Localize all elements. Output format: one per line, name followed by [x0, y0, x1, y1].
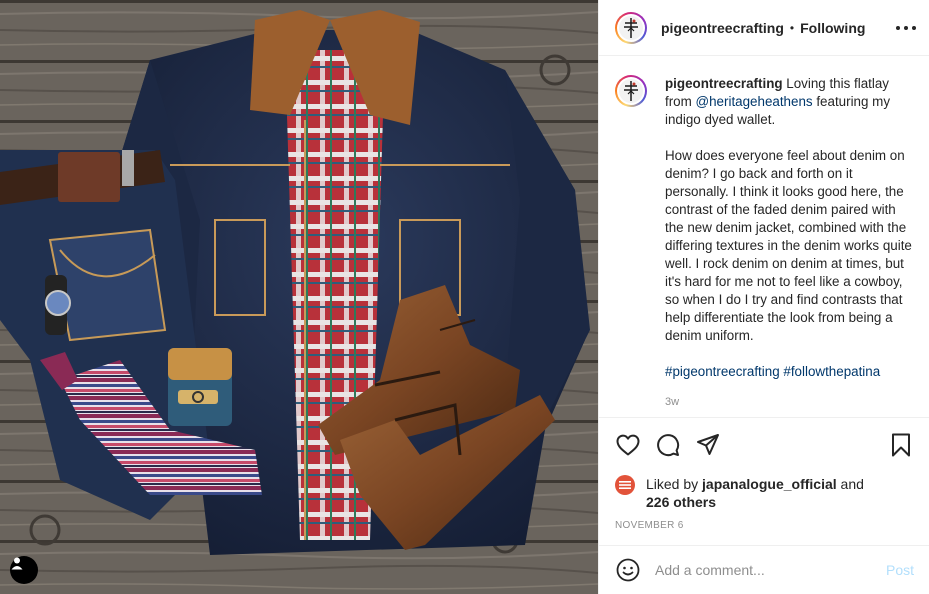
pigeon-tree-logo — [624, 81, 638, 101]
caption-username[interactable]: pigeontreecrafting — [665, 76, 783, 91]
likes-others-link[interactable]: 226 others — [646, 494, 716, 510]
heart-icon — [616, 434, 640, 456]
likes-prefix: Liked by — [646, 476, 703, 492]
bookmark-icon — [892, 433, 910, 457]
like-button[interactable] — [615, 432, 641, 458]
likes-and: and — [836, 476, 864, 492]
more-dots-icon — [896, 26, 916, 30]
pigeon-tree-logo — [624, 17, 638, 38]
smiley-icon — [616, 558, 640, 582]
comment-input[interactable] — [655, 562, 886, 578]
author-username[interactable]: pigeontreecrafting — [661, 20, 784, 36]
flatlay-image — [0, 0, 598, 594]
share-button[interactable] — [695, 432, 721, 458]
caption-timestamp: 3w — [665, 396, 680, 408]
comment-bubble-icon — [657, 434, 680, 457]
liker-username[interactable]: japanalogue_official — [702, 476, 837, 492]
caption-author-avatar[interactable] — [615, 75, 647, 107]
caption-mention-link[interactable]: @heritageheathens — [696, 94, 813, 109]
following-button[interactable]: Following — [800, 20, 865, 36]
caption-section: pigeontreecrafting Loving this flatlay f… — [599, 57, 929, 416]
save-button[interactable] — [888, 432, 914, 458]
user-tag-button[interactable] — [10, 556, 38, 584]
liker-avatar[interactable] — [615, 475, 635, 495]
caption-text: pigeontreecrafting Loving this flatlay f… — [665, 75, 914, 411]
likes-summary: Liked by japanalogue_official and 226 ot… — [599, 475, 929, 511]
user-tag-icon — [11, 557, 23, 570]
post-comment-button[interactable]: Post — [886, 562, 914, 578]
hashtag-link[interactable]: #followthepatina — [783, 364, 880, 379]
paper-plane-icon — [697, 434, 719, 455]
hashtag-link[interactable]: #pigeontreecrafting — [665, 364, 780, 379]
caption-hashtags: #pigeontreecrafting #followthepatina — [665, 363, 914, 381]
add-comment-bar: Post — [599, 545, 929, 594]
comment-button[interactable] — [655, 432, 681, 458]
author-avatar[interactable] — [615, 11, 647, 44]
instagram-post: pigeontreecrafting • Following pigeontre… — [0, 0, 929, 594]
emoji-button[interactable] — [615, 557, 641, 583]
caption-body: How does everyone feel about denim on de… — [665, 148, 912, 343]
post-header: pigeontreecrafting • Following — [599, 0, 929, 56]
likes-text: Liked by japanalogue_official and 226 ot… — [646, 475, 906, 511]
header-separator: • — [789, 20, 795, 35]
japanalogue-logo — [619, 481, 631, 489]
post-date[interactable]: NOVEMBER 6 — [599, 520, 929, 531]
post-photo[interactable] — [0, 0, 598, 594]
more-options-button[interactable] — [896, 18, 916, 38]
post-actions: Liked by japanalogue_official and 226 ot… — [599, 417, 929, 531]
action-icon-row — [599, 418, 929, 472]
post-side-panel: pigeontreecrafting • Following pigeontre… — [598, 0, 929, 594]
